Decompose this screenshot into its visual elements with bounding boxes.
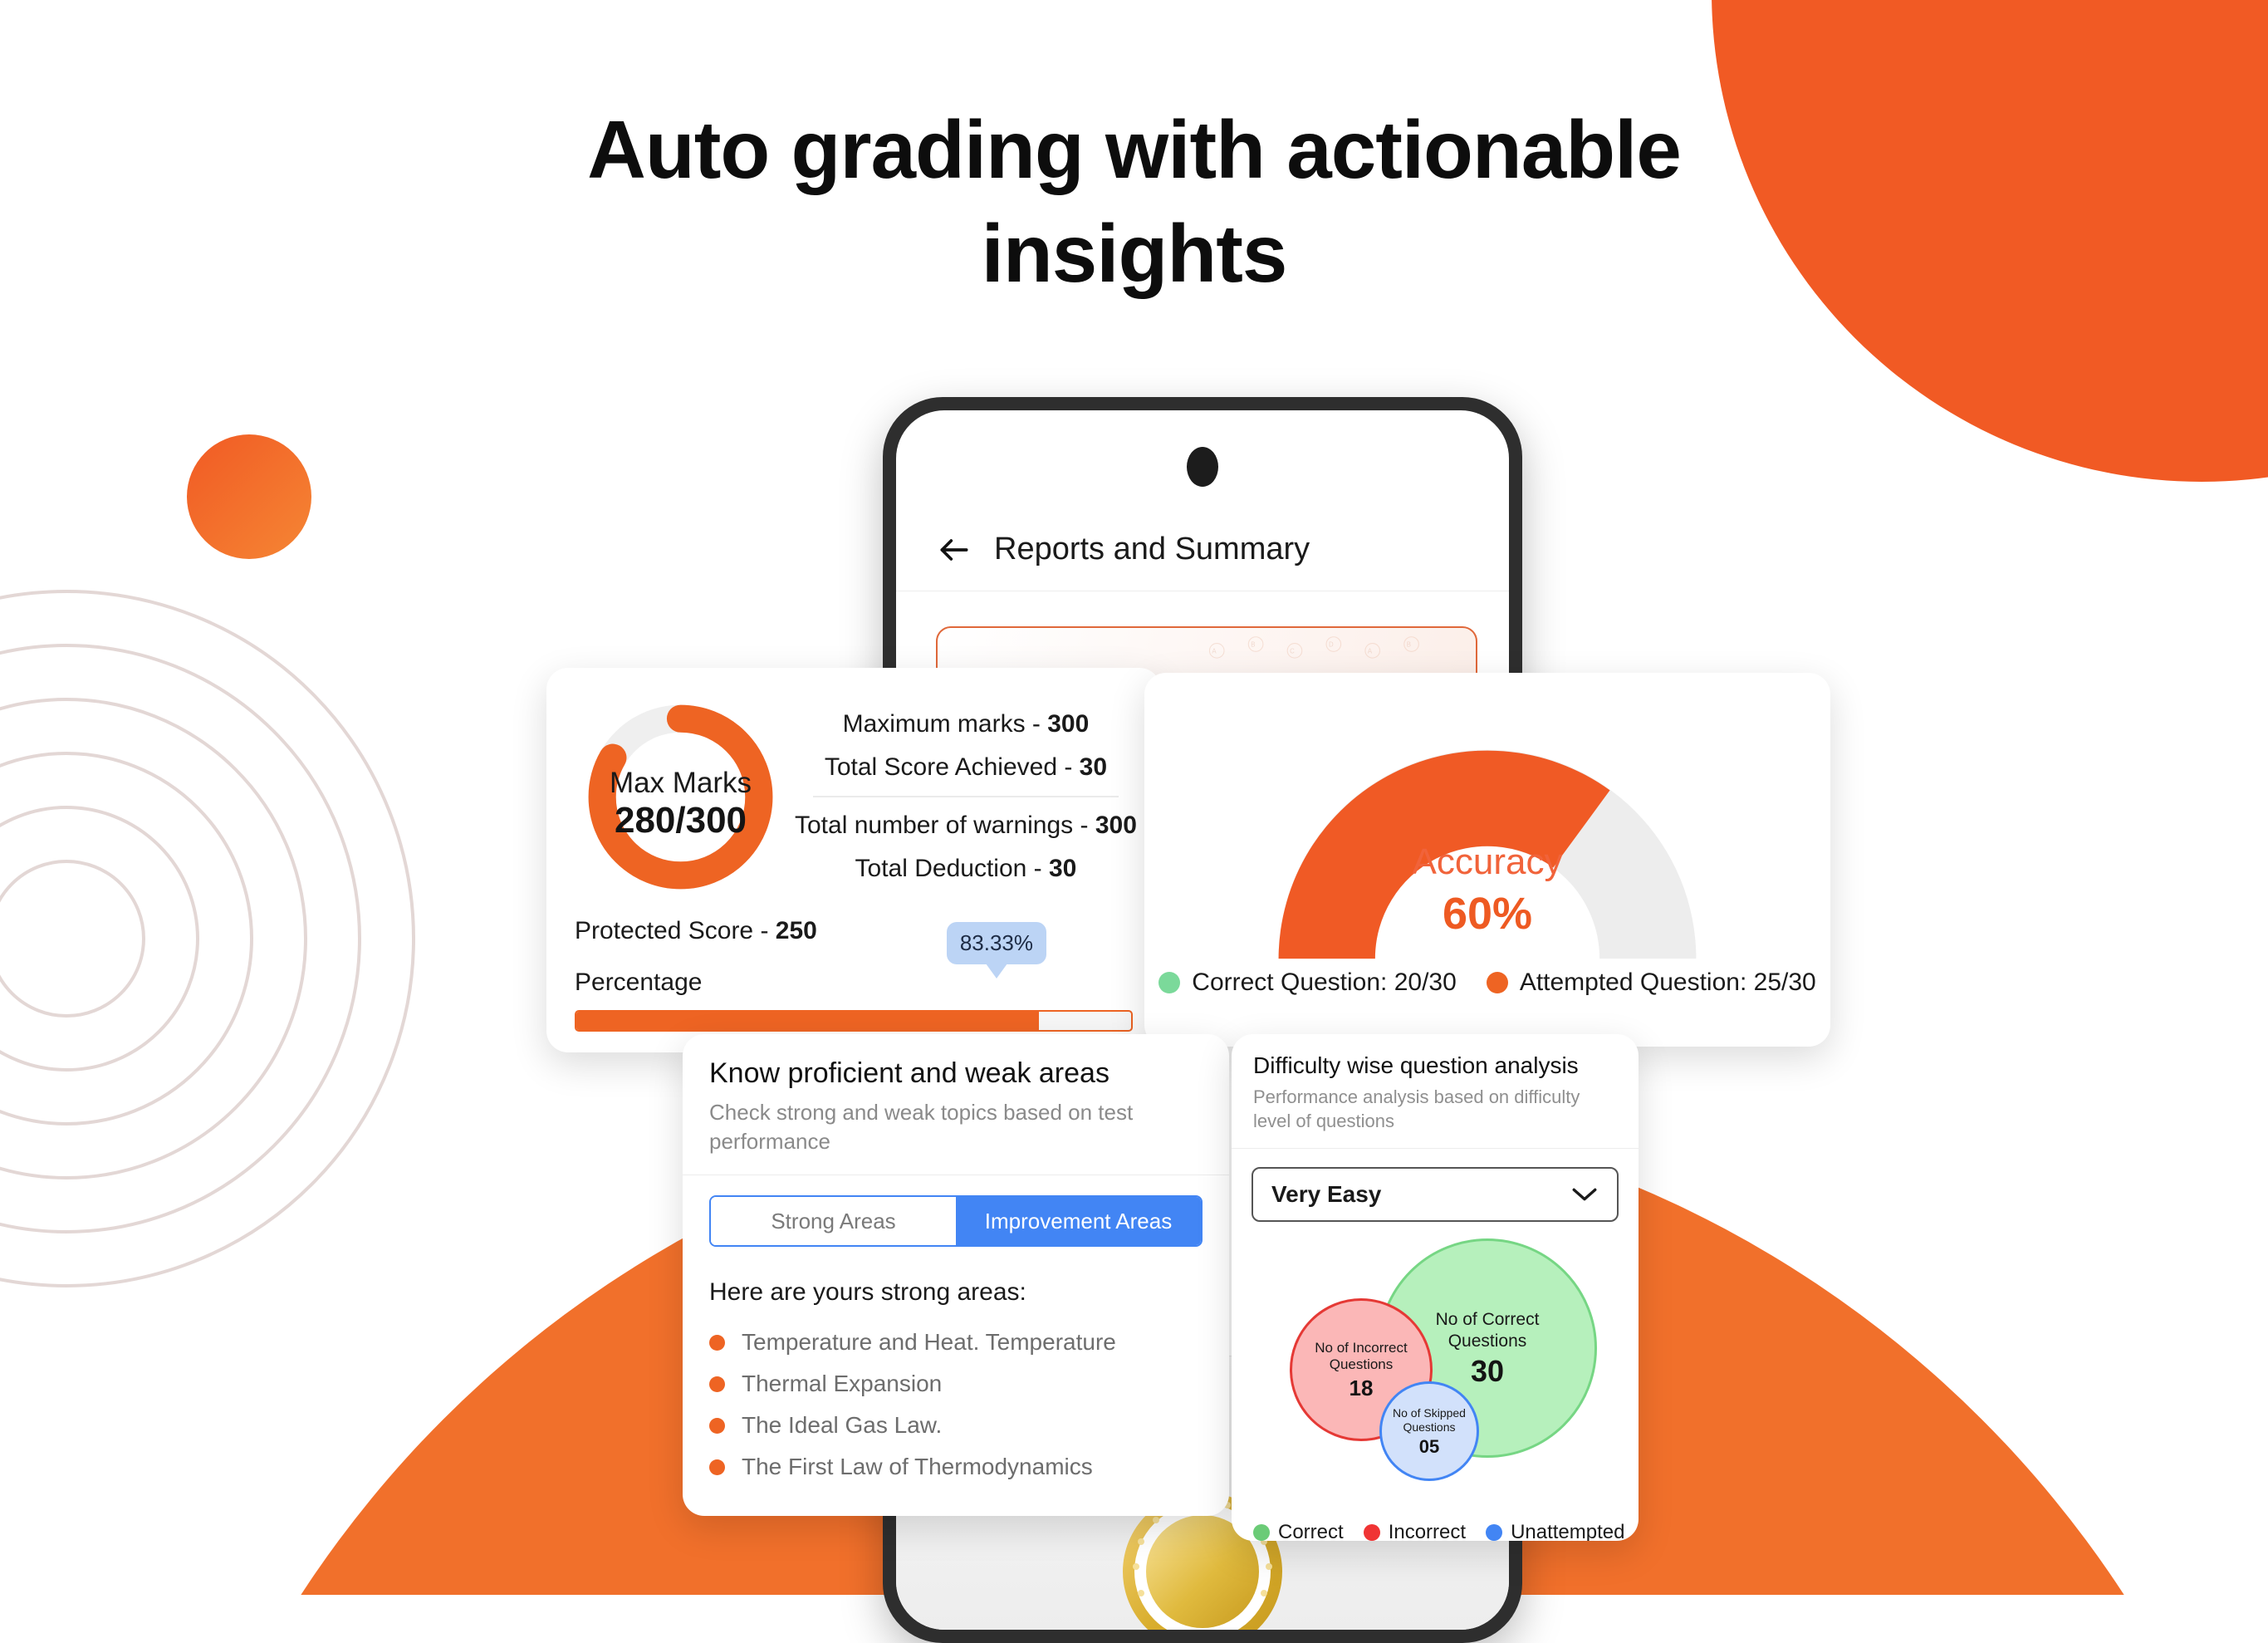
chevron-down-icon[interactable] xyxy=(1570,1185,1599,1204)
venn-correct-label-line2: Questions xyxy=(1448,1331,1527,1351)
page-title: Auto grading with actionable insights xyxy=(587,104,1682,300)
accuracy-title: Accuracy xyxy=(1412,841,1563,882)
percentage-label: Percentage xyxy=(575,969,703,996)
list-item-label: Thermal Expansion xyxy=(742,1371,943,1397)
list-item[interactable]: The Ideal Gas Law. xyxy=(709,1405,1203,1446)
legend-item-correct: Correct Question: 20/30 xyxy=(1158,969,1457,997)
tab-strong-areas[interactable]: Strong Areas xyxy=(711,1197,956,1246)
legend-dot-blue-icon xyxy=(1486,1524,1503,1541)
stat-label: Total Deduction - xyxy=(855,855,1049,882)
svg-text:C: C xyxy=(1290,647,1295,655)
accuracy-value: 60% xyxy=(1442,888,1533,939)
areas-segmented-control[interactable]: Strong Areas Improvement Areas xyxy=(709,1195,1203,1248)
difficulty-select-value: Very Easy xyxy=(1271,1181,1382,1208)
venn-correct-value: 30 xyxy=(1470,1353,1505,1388)
stat-label: Total Score Achieved - xyxy=(824,753,1080,781)
proficient-weak-areas-card: Know proficient and weak areas Check str… xyxy=(683,1034,1229,1516)
bullet-icon xyxy=(709,1459,725,1475)
stat-total-warnings: Total number of warnings - 300 xyxy=(795,804,1137,847)
protected-score-label: Protected Score - xyxy=(575,917,776,944)
venn-diagram-chart: No of Correct Questions 30 No of Incorre… xyxy=(1252,1227,1619,1526)
list-item[interactable]: Thermal Expansion xyxy=(709,1363,1203,1405)
app-screen-title: Reports and Summary xyxy=(994,532,1310,566)
list-item-label: Temperature and Heat. Temperature xyxy=(742,1329,1116,1356)
stat-value: 30 xyxy=(1048,855,1077,882)
areas-card-subtitle: Check strong and weak topics based on te… xyxy=(709,1100,1134,1155)
percentage-progress-fill xyxy=(576,1012,1039,1030)
legend-dot-green-icon xyxy=(1253,1524,1270,1541)
stat-value: 30 xyxy=(1079,753,1108,781)
bullet-icon xyxy=(709,1417,725,1434)
accuracy-gauge-chart: Accuracy 60% xyxy=(1169,691,1805,965)
protected-score-value: 250 xyxy=(775,917,817,944)
list-item[interactable]: Temperature and Heat. Temperature xyxy=(709,1322,1203,1363)
stats-divider xyxy=(813,796,1119,797)
list-item-label: The First Law of Thermodynamics xyxy=(742,1454,1093,1480)
venn-circle-skipped: No of Skipped Questions 05 xyxy=(1379,1381,1479,1482)
tab-improvement-areas[interactable]: Improvement Areas xyxy=(956,1197,1201,1246)
percentage-progress-bar xyxy=(575,1010,1133,1032)
svg-text:B: B xyxy=(1251,640,1255,648)
donut-value: 280/300 xyxy=(614,799,747,841)
stat-value: 300 xyxy=(1047,710,1090,738)
list-item-label: The Ideal Gas Law. xyxy=(742,1412,943,1439)
phone-camera-punchhole xyxy=(1187,447,1218,487)
max-marks-donut-chart: Max Marks 280/300 xyxy=(575,691,786,915)
stat-maximum-marks: Maximum marks - 300 xyxy=(795,703,1137,746)
venn-incorrect-value: 18 xyxy=(1349,1376,1374,1401)
venn-skipped-value: 05 xyxy=(1418,1435,1440,1457)
back-arrow-icon[interactable] xyxy=(936,532,972,568)
areas-list-heading: Here are yours strong areas: xyxy=(709,1278,1026,1307)
stat-total-deduction: Total Deduction - 30 xyxy=(795,847,1137,890)
protected-score-row: Protected Score - 250 xyxy=(575,917,1133,945)
stat-label: Maximum marks - xyxy=(842,710,1048,738)
difficulty-card-subtitle: Performance analysis based on difficulty… xyxy=(1253,1086,1580,1131)
legend-label-attempted: Attempted Question: 25/30 xyxy=(1519,969,1816,996)
areas-card-header: Know proficient and weak areas Check str… xyxy=(683,1034,1229,1176)
legend-dot-red-icon xyxy=(1363,1524,1380,1541)
legend-item-attempted: Attempted Question: 25/30 xyxy=(1486,969,1816,997)
bullet-icon xyxy=(709,1334,725,1351)
difficulty-select[interactable]: Very Easy xyxy=(1252,1167,1619,1223)
difficulty-card-header: Difficulty wise question analysis Perfor… xyxy=(1232,1034,1639,1150)
accuracy-card: Accuracy 60% Correct Question: 20/30 Att… xyxy=(1144,673,1830,1047)
app-header: Reports and Summary xyxy=(896,508,1509,591)
difficulty-analysis-card: Difficulty wise question analysis Perfor… xyxy=(1232,1034,1639,1541)
marks-statistics: Maximum marks - 300 Total Score Achieved… xyxy=(795,691,1137,890)
venn-incorrect-label-line1: No of Incorrect xyxy=(1315,1339,1408,1356)
list-item[interactable]: The First Law of Thermodynamics xyxy=(709,1446,1203,1488)
venn-skipped-label-line2: Questions xyxy=(1403,1420,1456,1434)
stat-value: 300 xyxy=(1095,812,1137,839)
venn-skipped-label-line1: No of Skipped xyxy=(1393,1405,1466,1420)
legend-dot-green-icon xyxy=(1158,972,1181,993)
stat-label: Total number of warnings - xyxy=(795,812,1095,839)
difficulty-card-body: Very Easy No of Correct Questions 30 No … xyxy=(1232,1149,1639,1526)
areas-card-body: Strong Areas Improvement Areas Here are … xyxy=(683,1175,1229,1488)
legend-dot-orange-icon xyxy=(1486,972,1508,993)
accuracy-legend: Correct Question: 20/30 Attempted Questi… xyxy=(1158,969,1816,997)
svg-text:A: A xyxy=(1368,647,1373,655)
max-marks-card: Max Marks 280/300 Maximum marks - 300 To… xyxy=(546,668,1161,1052)
bullet-icon xyxy=(709,1376,725,1392)
orange-circle-accent xyxy=(187,434,311,559)
legend-label-correct: Correct Question: 20/30 xyxy=(1192,969,1457,996)
svg-text:A: A xyxy=(1212,647,1217,655)
donut-label: Max Marks xyxy=(609,767,752,799)
difficulty-card-title: Difficulty wise question analysis xyxy=(1253,1052,1579,1078)
svg-text:D: D xyxy=(1329,640,1334,648)
areas-card-title: Know proficient and weak areas xyxy=(709,1057,1110,1089)
stat-total-score: Total Score Achieved - 30 xyxy=(795,746,1137,789)
venn-correct-label-line1: No of Correct xyxy=(1435,1310,1540,1330)
svg-text:B: B xyxy=(1407,640,1411,648)
percentage-tooltip: 83.33% xyxy=(946,922,1046,964)
venn-incorrect-label-line2: Questions xyxy=(1329,1356,1394,1373)
concentric-rings-decoration xyxy=(0,590,415,1287)
